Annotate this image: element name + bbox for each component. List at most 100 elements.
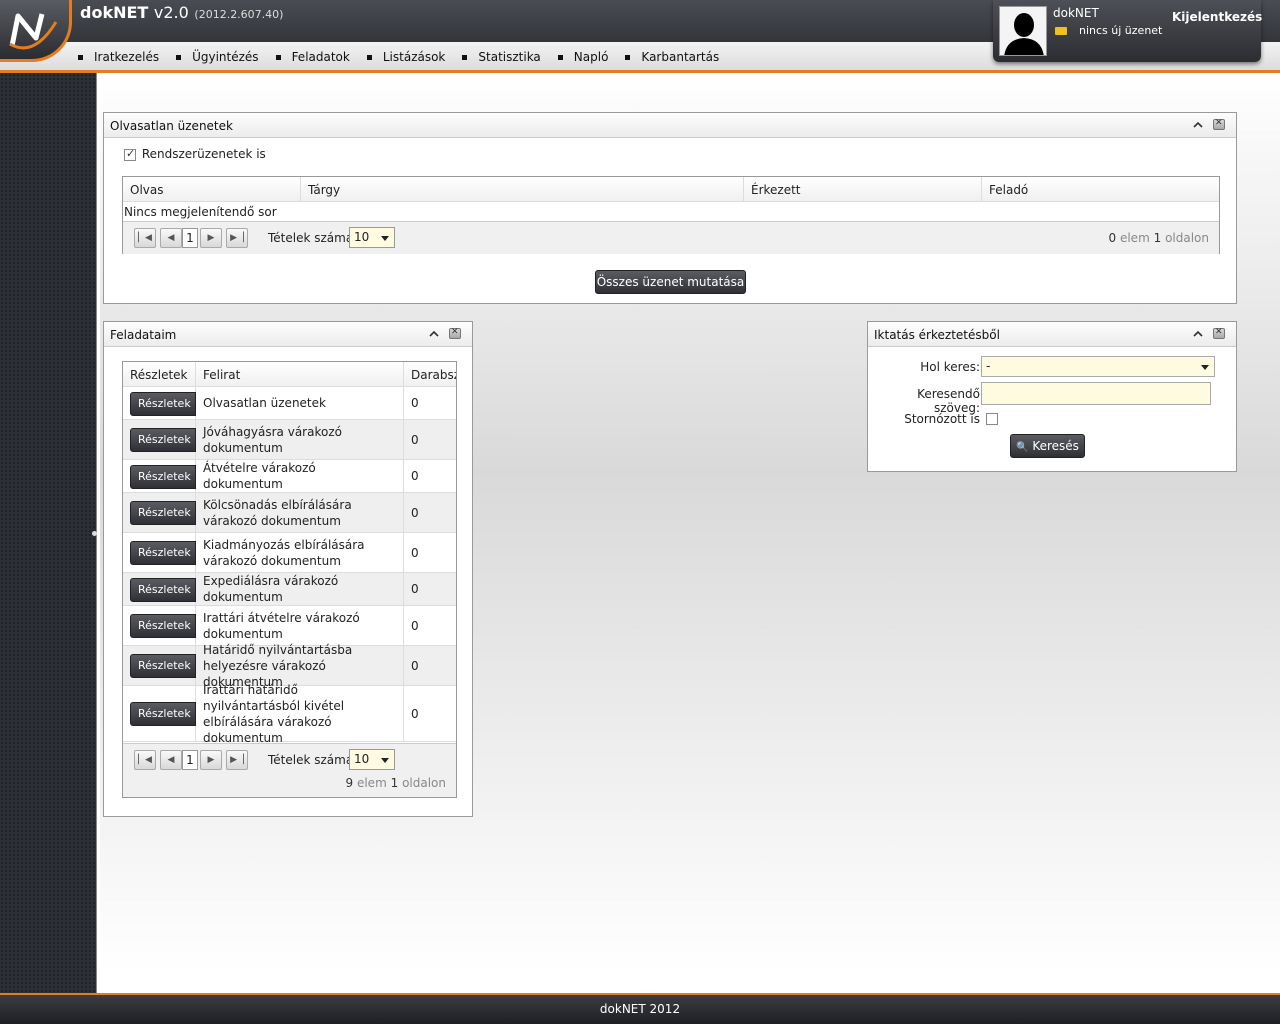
app-build: (2012.2.607.40) (194, 8, 284, 21)
first-page-button[interactable]: ▏◀ (134, 750, 156, 770)
task-label: Expediálásra várakozó dokumentum (196, 573, 404, 605)
prev-page-button[interactable]: ◀ (160, 750, 182, 770)
nav-item-3[interactable]: Listázások (366, 50, 446, 64)
nav-item-6[interactable]: Karbantartás (625, 50, 719, 64)
details-cell: Részletek (123, 493, 196, 532)
details-cell: Részletek (123, 533, 196, 572)
system-messages-checkbox[interactable] (124, 147, 136, 161)
table-row: Részletek Olvasatlan üzenetek 0 (123, 387, 456, 420)
table-row: Részletek Kiadmányozás elbírálására várak… (123, 533, 456, 573)
next-page-button[interactable]: ▶ (200, 750, 222, 770)
table-row: Részletek Irattári határidő nyilvántartás… (123, 683, 456, 745)
column-header-felado[interactable]: Feladó (982, 177, 1219, 201)
splitter-handle[interactable] (92, 531, 97, 536)
where-select-value: - (986, 359, 991, 373)
panel-title: Olvasatlan üzenetek (110, 119, 233, 133)
panel-header: Feladataim (104, 322, 472, 347)
details-button[interactable]: Részletek (130, 614, 196, 638)
nav-item-label: Listázások (382, 50, 446, 64)
nav-item-0[interactable]: Iratkezelés (78, 50, 159, 64)
storno-checkbox[interactable] (986, 413, 998, 425)
pager: ▏◀ ◀ 1 ▶ ▶▕ Tételek száma: 10 0 elem 1 o… (123, 221, 1219, 254)
task-label: Határidő nyilvántartásba helyezésre vára… (196, 643, 404, 689)
page-size-select[interactable]: 10 (349, 749, 395, 770)
column-header-reszletek[interactable]: Részletek (123, 362, 196, 386)
nav-item-label: Napló (573, 50, 609, 64)
grid-header: Olvas Tárgy Érkezett Feladó (123, 177, 1219, 202)
app-version: v2.0 (153, 3, 189, 22)
page-number[interactable]: 1 (182, 228, 198, 248)
pager-info: 9 elem 1 oldalon (346, 776, 447, 790)
dropdown-arrow-icon (1201, 365, 1209, 370)
close-icon[interactable] (1213, 118, 1225, 130)
user-name: dokNET (1053, 6, 1099, 20)
app-title: dokNET v2.0 (2012.2.607.40) (80, 3, 283, 22)
close-icon[interactable] (449, 327, 461, 339)
user-panel: dokNET nincs új üzenet Kijelentkezés (993, 0, 1262, 62)
details-button[interactable]: Részletek (130, 702, 196, 726)
show-all-messages-button[interactable]: Összes üzenet mutatása (595, 270, 746, 294)
task-count: 0 (411, 505, 419, 520)
main-menu: Iratkezelés Ügyintézés Feladatok Listázások… (78, 50, 736, 64)
details-cell: Részletek (123, 686, 196, 741)
grid-header: Részletek Felirat Darabszám (123, 362, 456, 387)
task-label: Olvasatlan üzenetek (196, 387, 404, 419)
pager-count: 9 (345, 776, 354, 790)
message-status[interactable]: nincs új üzenet (1079, 24, 1162, 37)
bullet-icon (275, 54, 281, 60)
nav-item-4[interactable]: Statisztika (462, 50, 541, 64)
details-button[interactable]: Részletek (130, 465, 196, 489)
task-count: 0 (411, 706, 419, 721)
first-page-button[interactable]: ▏◀ (134, 228, 156, 248)
doknet-logo[interactable] (0, 0, 72, 62)
details-button[interactable]: Részletek (130, 541, 196, 565)
details-button[interactable]: Részletek (130, 501, 196, 525)
details-cell: Részletek (123, 573, 196, 605)
logout-link[interactable]: Kijelentkezés (1172, 10, 1262, 24)
storno-label: Stornózott is (904, 412, 980, 426)
task-count: 0 (411, 618, 419, 633)
last-page-button[interactable]: ▶▕ (226, 228, 248, 248)
search-button[interactable]: 🔍 Keresés (1010, 434, 1085, 458)
registration-search-panel: Iktatás érkeztetésből Hol keres: - Keres… (867, 321, 1237, 472)
close-icon[interactable] (1213, 327, 1225, 339)
system-messages-option[interactable]: Rendszerüzenetek is (124, 147, 266, 161)
collapse-icon[interactable] (1193, 120, 1203, 130)
nav-item-5[interactable]: Napló (557, 50, 609, 64)
search-text-input[interactable] (981, 382, 1211, 405)
system-messages-label: Rendszerüzenetek is (141, 147, 266, 161)
sidebar (0, 73, 96, 993)
panel-header: Olvasatlan üzenetek (104, 113, 1236, 138)
last-page-button[interactable]: ▶▕ (226, 750, 248, 770)
details-button[interactable]: Részletek (130, 392, 196, 416)
details-button[interactable]: Részletek (130, 428, 196, 452)
nav-item-2[interactable]: Feladatok (275, 50, 350, 64)
column-header-olvas[interactable]: Olvas (123, 177, 301, 201)
table-row: Részletek Kölcsönadás elbírálására várako… (123, 493, 456, 533)
mail-icon[interactable] (1055, 27, 1067, 35)
bullet-icon (78, 54, 83, 60)
user-avatar (999, 6, 1047, 56)
column-header-felirat[interactable]: Felirat (196, 362, 404, 386)
nav-item-label: Iratkezelés (94, 50, 160, 64)
header: dokNET v2.0 (2012.2.607.40) Iratkezelés Ü… (0, 0, 1280, 73)
details-button[interactable]: Részletek (130, 654, 196, 678)
page-size-select[interactable]: 10 (349, 227, 395, 248)
details-cell: Részletek (123, 387, 196, 419)
details-button[interactable]: Részletek (130, 578, 196, 602)
next-page-button[interactable]: ▶ (200, 228, 222, 248)
column-header-darabszam[interactable]: Darabszám (404, 362, 456, 386)
nav-item-1[interactable]: Ügyintézés (176, 50, 259, 64)
column-header-erkezett[interactable]: Érkezett (744, 177, 982, 201)
logo-n-icon (9, 13, 58, 50)
pager-info: 0 elem 1 oldalon (1109, 231, 1210, 245)
details-cell: Részletek (123, 420, 196, 459)
collapse-icon[interactable] (429, 329, 439, 339)
user-silhouette-icon (1000, 7, 1046, 55)
where-select[interactable]: - (981, 356, 1215, 377)
collapse-icon[interactable] (1193, 329, 1203, 339)
app-name: dokNET (80, 3, 149, 22)
column-header-targy[interactable]: Tárgy (301, 177, 744, 201)
prev-page-button[interactable]: ◀ (160, 228, 182, 248)
page-number[interactable]: 1 (182, 750, 198, 770)
